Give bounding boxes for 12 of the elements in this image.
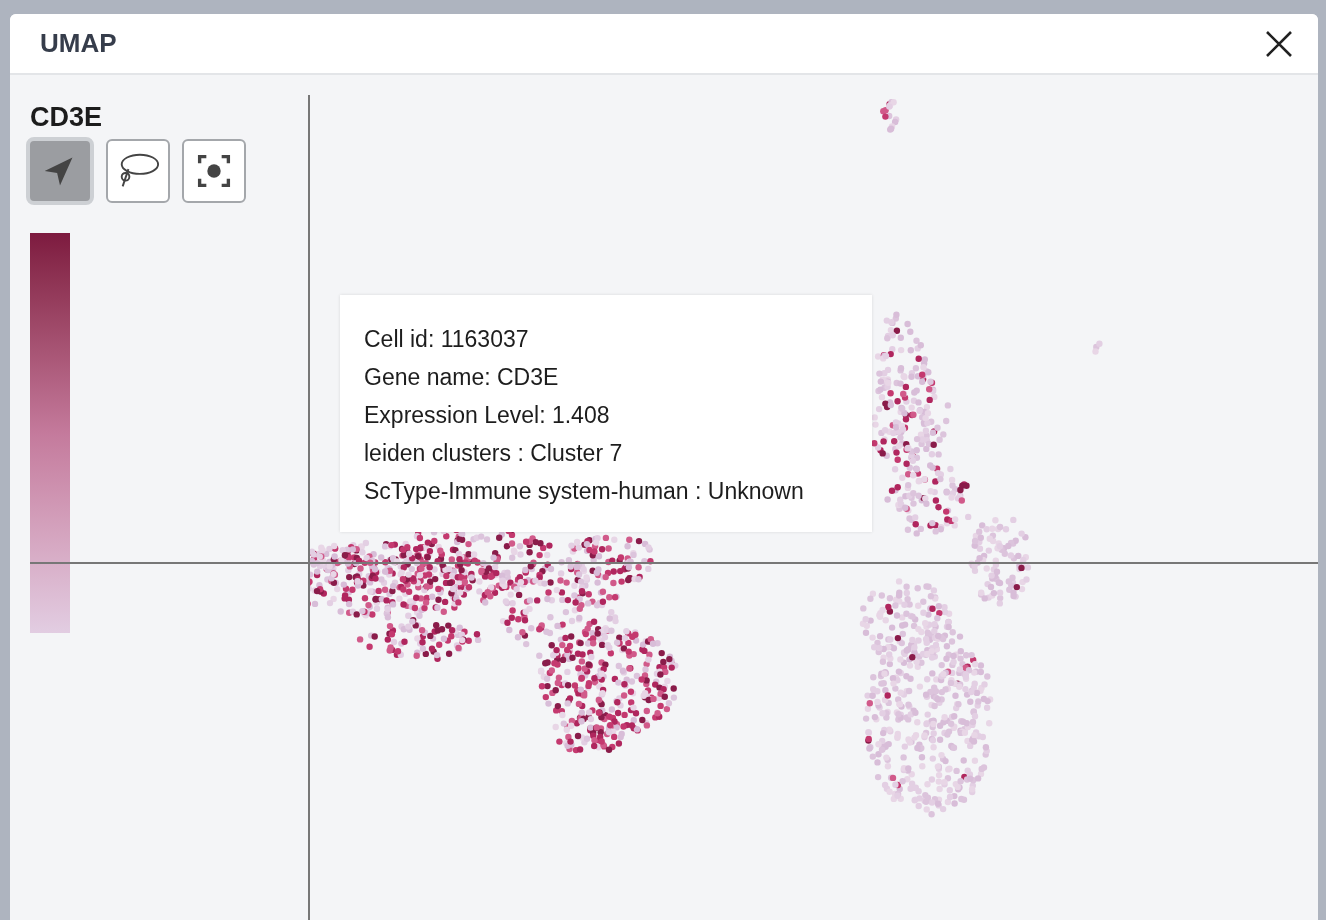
focus-tool-button[interactable] (182, 139, 246, 203)
window-title: UMAP (40, 27, 117, 60)
lasso-tool-button[interactable] (106, 139, 170, 203)
pointer-tool-button[interactable] (26, 137, 94, 205)
close-button[interactable] (1264, 28, 1294, 59)
tooltip-line: leiden clusters : Cluster 7 (364, 439, 623, 468)
close-icon (1266, 30, 1292, 57)
tooltip-line: Expression Level: 1.408 (364, 401, 610, 430)
tooltip-line: Gene name: CD3E (364, 363, 559, 392)
tooltip-line: ScType-Immune system-human : Unknown (364, 477, 804, 506)
gene-label: CD3E (30, 101, 103, 133)
tooltip-line: Cell id: 1163037 (364, 325, 529, 354)
